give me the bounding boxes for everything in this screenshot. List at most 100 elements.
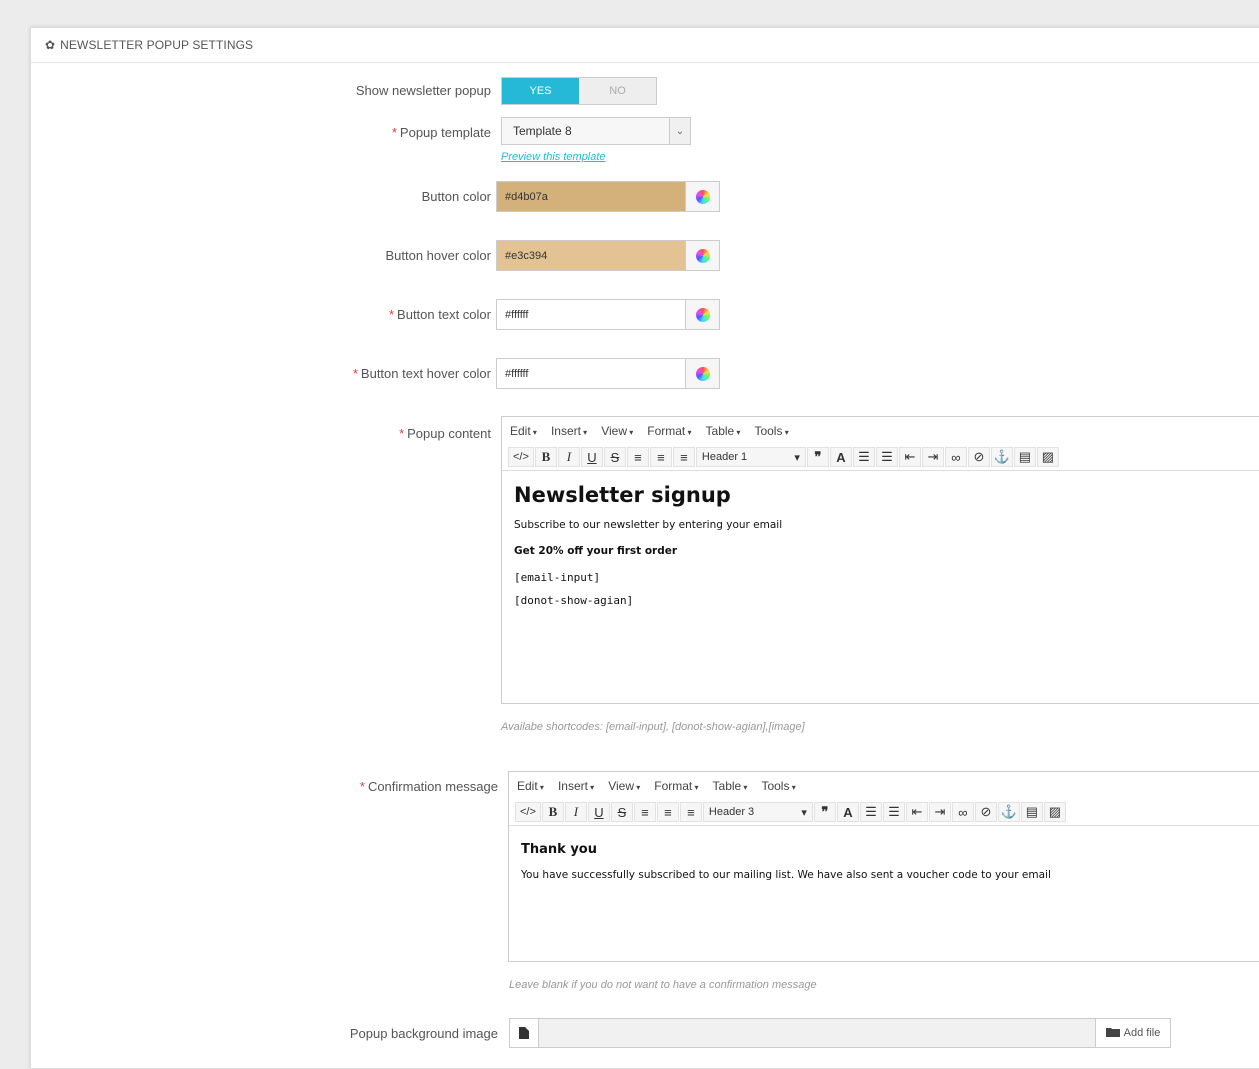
color-picker-button[interactable] <box>685 241 719 270</box>
header-select[interactable]: Header 3 ▾ <box>702 802 813 822</box>
content-line: [donot-show-agian] <box>514 594 634 607</box>
text-color-icon[interactable]: A <box>836 802 859 822</box>
editor-content[interactable]: Newsletter signup Subscribe to our newsl… <box>502 471 1259 629</box>
align-right-icon[interactable]: ≡ <box>672 447 695 467</box>
switch-yes[interactable]: YES <box>502 78 579 104</box>
blockquote-icon[interactable]: ❞ <box>806 447 829 467</box>
header-select[interactable]: Header 1 ▾ <box>695 447 806 467</box>
bold-icon[interactable]: B <box>541 802 564 822</box>
chevron-down-icon: ▾ <box>794 451 800 464</box>
editor-content[interactable]: Thank you You have successfully subscrib… <box>509 826 1259 907</box>
show-popup-switch[interactable]: YES NO <box>501 77 657 105</box>
show-popup-label: Show newsletter popup <box>355 83 491 98</box>
button-hover-color-label: Button hover color <box>385 248 491 263</box>
chevron-down-icon: ▾ <box>801 806 807 819</box>
underline-icon[interactable]: U <box>587 802 610 822</box>
underline-icon[interactable]: U <box>580 447 603 467</box>
menu-edit[interactable]: Edit <box>517 779 544 793</box>
text-color-icon[interactable]: A <box>829 447 852 467</box>
indent-icon[interactable]: ⇥ <box>928 802 951 822</box>
template-label: * Popup template <box>391 125 491 140</box>
source-code-icon[interactable]: </> <box>515 802 541 822</box>
numbered-list-icon[interactable]: ☰ <box>875 447 898 467</box>
file-icon <box>510 1019 539 1047</box>
outdent-icon[interactable]: ⇤ <box>898 447 921 467</box>
align-center-icon[interactable]: ≡ <box>649 447 672 467</box>
button-text-hover-color-label: * Button text hover color <box>352 366 491 381</box>
button-hover-color-value[interactable]: #e3c394 <box>497 241 685 270</box>
bg-image-file-input[interactable]: Add file <box>509 1018 1171 1048</box>
color-picker-button[interactable] <box>685 359 719 388</box>
strikethrough-icon[interactable]: S <box>603 447 626 467</box>
numbered-list-icon[interactable]: ☰ <box>882 802 905 822</box>
button-hover-color-input[interactable]: #e3c394 <box>496 240 720 271</box>
button-text-color-label: * Button text color <box>388 307 491 322</box>
button-text-hover-color-input[interactable]: #ffffff <box>496 358 720 389</box>
italic-icon[interactable]: I <box>564 802 587 822</box>
link-icon[interactable]: ∞ <box>944 447 967 467</box>
menu-insert[interactable]: Insert <box>551 424 587 438</box>
anchor-icon[interactable]: ⚓ <box>997 802 1020 822</box>
shortcodes-hint: Availabe shortcodes: [email-input], [don… <box>501 721 805 733</box>
menu-insert[interactable]: Insert <box>558 779 594 793</box>
popup-content-label: * Popup content <box>399 426 491 441</box>
button-text-color-value[interactable]: #ffffff <box>497 300 685 329</box>
menu-edit[interactable]: Edit <box>510 424 537 438</box>
editor-menubar: Edit Insert View Format Table Tools <box>502 417 1259 444</box>
color-wheel-icon <box>695 248 710 263</box>
bg-image-label: Popup background image <box>349 1026 498 1041</box>
button-text-color-input[interactable]: #ffffff <box>496 299 720 330</box>
unlink-icon[interactable]: ⊘ <box>967 447 990 467</box>
menu-view[interactable]: View <box>608 779 640 793</box>
align-left-icon[interactable]: ≡ <box>633 802 656 822</box>
bullet-list-icon[interactable]: ☰ <box>852 447 875 467</box>
indent-icon[interactable]: ⇥ <box>921 447 944 467</box>
menu-tools[interactable]: Tools <box>761 779 795 793</box>
image-icon[interactable]: ▨ <box>1043 802 1066 822</box>
strikethrough-icon[interactable]: S <box>610 802 633 822</box>
switch-no[interactable]: NO <box>579 78 656 104</box>
unlink-icon[interactable]: ⊘ <box>974 802 997 822</box>
menu-format[interactable]: Format <box>654 779 698 793</box>
button-color-value[interactable]: #d4b07a <box>497 182 685 211</box>
menu-table[interactable]: Table <box>713 779 748 793</box>
media-icon[interactable]: ▤ <box>1020 802 1043 822</box>
anchor-icon[interactable]: ⚓ <box>990 447 1013 467</box>
align-center-icon[interactable]: ≡ <box>656 802 679 822</box>
menu-tools[interactable]: Tools <box>754 424 788 438</box>
chevron-down-icon: ⌄ <box>669 118 690 144</box>
confirmation-label: * Confirmation message <box>359 779 498 794</box>
button-color-input[interactable]: #d4b07a <box>496 181 720 212</box>
template-select[interactable]: Template 8 ⌄ <box>501 117 691 145</box>
media-icon[interactable]: ▤ <box>1013 447 1036 467</box>
add-file-button[interactable]: Add file <box>1095 1019 1170 1047</box>
align-left-icon[interactable]: ≡ <box>626 447 649 467</box>
color-picker-button[interactable] <box>685 182 719 211</box>
color-picker-button[interactable] <box>685 300 719 329</box>
content-heading: Newsletter signup <box>514 483 731 507</box>
confirmation-hint: Leave blank if you do not want to have a… <box>509 979 817 991</box>
bullet-list-icon[interactable]: ☰ <box>859 802 882 822</box>
button-text-hover-color-value[interactable]: #ffffff <box>497 359 685 388</box>
preview-template-link[interactable]: Preview this template <box>501 151 606 163</box>
file-name-field[interactable] <box>539 1019 1095 1047</box>
menu-format[interactable]: Format <box>647 424 691 438</box>
align-right-icon[interactable]: ≡ <box>679 802 702 822</box>
image-icon[interactable]: ▨ <box>1036 447 1059 467</box>
italic-icon[interactable]: I <box>557 447 580 467</box>
editor-toolbar: </> B I U S ≡ ≡ ≡ Header 1 ▾ ❞ A ☰ ☰ ⇤ ⇥ … <box>502 444 1259 471</box>
blockquote-icon[interactable]: ❞ <box>813 802 836 822</box>
popup-content-editor[interactable]: Edit Insert View Format Table Tools </> … <box>501 416 1259 704</box>
content-line: Subscribe to our newsletter by entering … <box>514 519 783 531</box>
outdent-icon[interactable]: ⇤ <box>905 802 928 822</box>
gear-icon: ✿ <box>45 38 56 52</box>
source-code-icon[interactable]: </> <box>508 447 534 467</box>
confirmation-editor[interactable]: Edit Insert View Format Table Tools </> … <box>508 771 1259 962</box>
menu-table[interactable]: Table <box>706 424 741 438</box>
content-line: Get 20% off your first order <box>514 545 678 557</box>
link-icon[interactable]: ∞ <box>951 802 974 822</box>
menu-view[interactable]: View <box>601 424 633 438</box>
folder-icon <box>1105 1027 1120 1040</box>
editor-toolbar: </> B I U S ≡ ≡ ≡ Header 3 ▾ ❞ A ☰ ☰ ⇤ ⇥ … <box>509 799 1259 826</box>
bold-icon[interactable]: B <box>534 447 557 467</box>
